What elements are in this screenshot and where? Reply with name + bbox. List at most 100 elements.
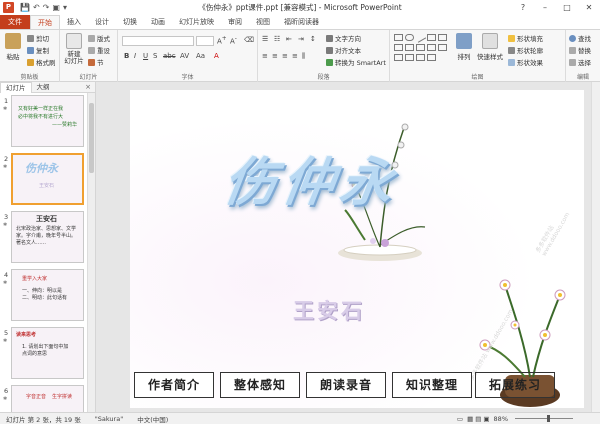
shape-curve-icon[interactable] — [438, 44, 447, 51]
shape-effects-button[interactable]: 形状效果 — [508, 57, 543, 67]
align-left-icon[interactable]: ≡ — [262, 52, 268, 60]
slide-thumbnail-6[interactable]: 字音正音 生字拼读 — [11, 385, 84, 412]
close-button[interactable]: ✕ — [578, 0, 600, 15]
view-sorter-icon[interactable]: ▦ — [467, 415, 473, 423]
reading-recording-button[interactable]: 朗读录音 — [306, 372, 386, 398]
shape-brace-icon[interactable] — [394, 54, 403, 61]
zoom-level[interactable]: 88% — [494, 415, 508, 423]
slide-thumbnail-1[interactable]: 又有好美一样正在我 必中将我不有进行大 ——赞莉华 — [11, 95, 84, 147]
slideshow-icon[interactable]: ▣ — [52, 3, 60, 12]
smartart-button[interactable]: 转换为 SmartArt — [326, 57, 386, 67]
align-center-icon[interactable]: ≡ — [272, 52, 278, 60]
shape-outline-button[interactable]: 形状轮廓 — [508, 45, 543, 55]
shape-callout-icon[interactable] — [427, 44, 436, 51]
view-slideshow-icon[interactable]: ▣ — [483, 415, 489, 423]
find-button[interactable]: 查找 — [569, 33, 591, 43]
maximize-button[interactable]: □ — [556, 0, 578, 15]
section-button[interactable]: 节 — [88, 57, 104, 67]
select-button[interactable]: 选择 — [569, 57, 591, 67]
spacing-icon[interactable]: AV — [180, 52, 189, 60]
redo-icon[interactable]: ↷ — [43, 3, 50, 12]
layout-button[interactable]: 版式 — [88, 33, 110, 43]
columns-icon[interactable]: ⫼ — [302, 52, 305, 61]
author-intro-button[interactable]: 作者简介 — [134, 372, 214, 398]
tab-insert[interactable]: 插入 — [60, 15, 88, 29]
powerpoint-app-icon[interactable]: P — [3, 2, 14, 13]
paste-button[interactable]: 粘贴 — [2, 33, 24, 61]
tab-slideshow[interactable]: 幻灯片放映 — [172, 15, 221, 29]
cut-button[interactable]: 剪切 — [27, 33, 49, 43]
shape-block-arrow-icon[interactable] — [405, 44, 414, 51]
new-slide-button[interactable]: 新建 幻灯片 — [62, 33, 86, 65]
line-spacing-icon[interactable]: ↕ — [310, 35, 316, 43]
reset-button[interactable]: 重设 — [88, 45, 110, 55]
current-slide[interactable]: 伤仲永 王安石 多多软件站 www.ddooo.com 多多软件站 www.dd… — [130, 90, 584, 408]
justify-icon[interactable]: ≡ — [292, 52, 298, 60]
italic-icon[interactable]: I — [134, 52, 136, 60]
close-panel-icon[interactable]: × — [85, 83, 91, 91]
tab-home[interactable]: 开始 — [30, 15, 60, 29]
text-direction-button[interactable]: 文字方向 — [326, 33, 361, 43]
view-reading-icon[interactable]: ▤ — [475, 415, 481, 423]
customize-qat-icon[interactable]: ▾ — [63, 3, 67, 12]
increase-indent-icon[interactable]: ⇥ — [298, 35, 304, 43]
copy-button[interactable]: 复制 — [27, 45, 49, 55]
language-indicator[interactable]: 中文(中国) — [137, 414, 168, 424]
align-text-button[interactable]: 对齐文本 — [326, 45, 361, 55]
shape-line-icon[interactable] — [414, 32, 427, 43]
tab-foxit-reader[interactable]: 福昕阅读器 — [277, 15, 326, 29]
zoom-slider-knob[interactable] — [547, 415, 550, 422]
shape-more-icon[interactable] — [427, 54, 436, 61]
underline-icon[interactable]: U — [143, 52, 148, 60]
shrink-font-icon[interactable]: A- — [230, 36, 237, 45]
shadow-icon[interactable]: S — [153, 52, 157, 60]
slide-author[interactable]: 王安石 — [293, 295, 365, 325]
shape-oval-icon[interactable] — [405, 34, 414, 41]
numbering-icon[interactable]: ☷ — [274, 35, 280, 43]
tab-view[interactable]: 视图 — [249, 15, 277, 29]
slide-title[interactable]: 伤仲永 — [220, 140, 405, 215]
slide-thumbnail-5[interactable]: 读来思考 1. 请划出下面句中加 点词的意思 — [11, 327, 84, 379]
bullets-icon[interactable]: ☰ — [262, 35, 268, 43]
panel-scroll-thumb[interactable] — [89, 103, 94, 173]
format-painter-button[interactable]: 格式刷 — [27, 57, 56, 67]
knowledge-summary-button[interactable]: 知识整理 — [392, 372, 472, 398]
replace-button[interactable]: 替换 — [569, 45, 591, 55]
strikethrough-icon[interactable]: abc — [163, 52, 176, 60]
shape-star-icon[interactable] — [416, 44, 425, 51]
grow-font-icon[interactable]: A+ — [217, 36, 227, 45]
decrease-indent-icon[interactable]: ⇤ — [286, 35, 292, 43]
tab-file[interactable]: 文件 — [0, 15, 30, 29]
bold-icon[interactable]: B — [124, 52, 129, 60]
minimize-button[interactable]: – — [534, 0, 556, 15]
panel-scrollbar[interactable] — [87, 93, 95, 412]
view-normal-icon[interactable]: ▭ — [457, 415, 463, 423]
slide-thumbnail-2[interactable]: 伤仲永 王安石 — [11, 153, 84, 205]
help-button[interactable]: ? — [512, 0, 534, 15]
shape-fill-button[interactable]: 形状填充 — [508, 33, 543, 43]
undo-icon[interactable]: ↶ — [33, 3, 40, 12]
slide-thumbnail-3[interactable]: 王安石 北宋政治家、思想家、文学 家。字介甫，晚年号半山。 著名文人…… — [11, 211, 84, 263]
arrange-button[interactable]: 排列 — [454, 33, 474, 61]
change-case-icon[interactable]: Aa — [196, 52, 205, 60]
clear-format-icon[interactable]: ⌫ — [244, 36, 254, 44]
font-name-combo[interactable] — [122, 36, 194, 46]
shape-rounded-rect-icon[interactable] — [394, 44, 403, 51]
shape-bracket-icon[interactable] — [405, 54, 414, 61]
tab-slides[interactable]: 幻灯片 — [0, 81, 32, 93]
overall-perception-button[interactable]: 整体感知 — [220, 372, 300, 398]
font-size-combo[interactable] — [196, 36, 214, 46]
tab-outline[interactable]: 大纲 — [32, 82, 55, 92]
font-color-icon[interactable]: A — [214, 52, 219, 60]
zoom-slider[interactable] — [515, 418, 573, 419]
tab-transitions[interactable]: 切换 — [116, 15, 144, 29]
extension-exercise-button[interactable]: 拓展练习 — [475, 372, 555, 398]
shape-rectangle-icon[interactable] — [394, 34, 403, 41]
quick-styles-button[interactable]: 快速样式 — [476, 33, 504, 61]
slide-thumbnail-4[interactable]: 重学入大家 一、伸向：明以是 二、明动：此句话有 — [11, 269, 84, 321]
slide-scrollbar[interactable] — [591, 82, 600, 412]
save-icon[interactable]: 💾 — [20, 3, 30, 12]
shape-heart-icon[interactable] — [416, 54, 425, 61]
tab-animations[interactable]: 动画 — [144, 15, 172, 29]
shape-triangle-icon[interactable] — [438, 34, 447, 41]
